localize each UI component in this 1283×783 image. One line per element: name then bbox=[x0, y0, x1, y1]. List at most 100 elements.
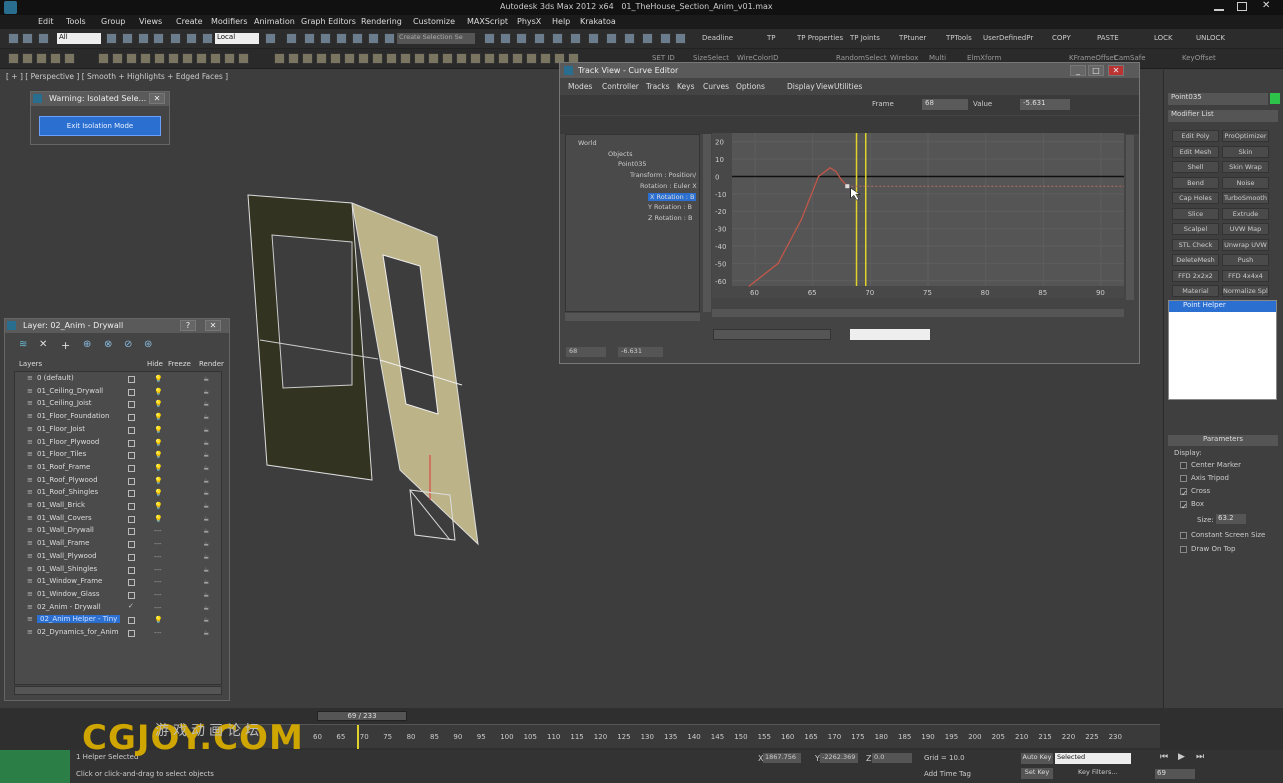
render-toggle[interactable]: ☕ bbox=[203, 439, 209, 447]
toolbar-button-lock[interactable]: LOCK bbox=[1154, 34, 1173, 42]
script-tool-icon[interactable] bbox=[112, 53, 123, 64]
curve-graph[interactable]: 20 10 0 -10 -20 -30 -40 -50 -60 60 65 70 75 80 85 90 bbox=[712, 133, 1124, 298]
toolbar-button-tptuner[interactable]: TPtuner bbox=[899, 34, 926, 42]
toolbar-tool-icon[interactable] bbox=[500, 33, 511, 44]
toolbar-button-tp-joints[interactable]: TP Joints bbox=[850, 34, 880, 42]
toolbar-button-tp-properties[interactable]: TP Properties bbox=[797, 34, 843, 42]
toolbar-tool-icon[interactable] bbox=[320, 33, 331, 44]
viewport-label[interactable]: [ + ] [ Perspective ] [ Smooth + Highlig… bbox=[6, 72, 228, 81]
toolbar-tool-icon[interactable] bbox=[660, 33, 671, 44]
layer-row[interactable]: ≡ 01_Floor_Tiles 💡 ☕ bbox=[15, 449, 221, 462]
layer-row[interactable]: ≡ 0 (default) 💡 ☕ bbox=[15, 373, 221, 386]
checkbox[interactable]: ✓ bbox=[1180, 501, 1188, 511]
modifier-button[interactable]: STL Check bbox=[1172, 238, 1219, 251]
toolbar-tool-icon[interactable] bbox=[642, 33, 653, 44]
tree-item[interactable]: Objects bbox=[608, 150, 633, 158]
col-layers[interactable]: Layers bbox=[19, 360, 42, 368]
toolbar-tool-icon[interactable] bbox=[122, 33, 133, 44]
layer-row[interactable]: ≡ 01_Roof_Shingles 💡 ☕ bbox=[15, 487, 221, 500]
tree-item[interactable]: Transform : Position/ bbox=[630, 171, 696, 179]
hide-toggle[interactable] bbox=[128, 401, 135, 409]
layer-name[interactable]: 01_Ceiling_Drywall bbox=[37, 387, 103, 395]
toolbar2-button-sizeselect[interactable]: SizeSelect bbox=[693, 54, 729, 62]
bottom-value-field[interactable]: -6.631 bbox=[618, 347, 663, 357]
toolbar-tool-icon[interactable] bbox=[186, 33, 197, 44]
modifier-button[interactable]: Edit Mesh bbox=[1172, 145, 1219, 158]
toolbar-tool-icon[interactable] bbox=[352, 33, 363, 44]
render-toggle[interactable]: ☕ bbox=[203, 591, 209, 599]
menu-krakatoa[interactable]: Krakatoa bbox=[580, 17, 616, 26]
layer-row[interactable]: ≡ 01_Ceiling_Joist 💡 ☕ bbox=[15, 398, 221, 411]
script-tool-icon[interactable] bbox=[484, 53, 495, 64]
named-selection-set[interactable]: Create Selection Se bbox=[397, 33, 475, 44]
hide-toggle[interactable] bbox=[128, 477, 135, 485]
freeze-toggle[interactable]: --- bbox=[154, 578, 162, 586]
auto-key-button[interactable]: Auto Key bbox=[1021, 753, 1053, 764]
script-tool-icon[interactable] bbox=[330, 53, 341, 64]
current-layer-check-icon[interactable]: ✓ bbox=[128, 602, 135, 610]
toolbar2-button-randomselect[interactable]: RandomSelect bbox=[836, 54, 887, 62]
toolbar-tool-icon[interactable] bbox=[38, 33, 49, 44]
menu-create[interactable]: Create bbox=[176, 17, 203, 26]
modifier-list-dropdown[interactable]: Modifier List bbox=[1168, 110, 1278, 122]
toolbar-tool-icon[interactable] bbox=[570, 33, 581, 44]
toolbar-tool-icon[interactable] bbox=[675, 33, 686, 44]
hide-toggle[interactable] bbox=[128, 630, 135, 637]
menu-views[interactable]: Views bbox=[139, 17, 162, 26]
layer-name[interactable]: 01_Ceiling_Joist bbox=[37, 399, 92, 407]
hide-toggle[interactable] bbox=[128, 414, 135, 422]
layer-row[interactable]: ≡ 01_Floor_Plywood 💡 ☕ bbox=[15, 437, 221, 450]
time-slider[interactable]: 69 / 233 bbox=[317, 711, 407, 721]
script-tool-icon[interactable] bbox=[512, 53, 523, 64]
modifier-button[interactable]: FFD 2x2x2 bbox=[1172, 269, 1219, 282]
menu-help[interactable]: Help bbox=[552, 17, 570, 26]
minimize-icon[interactable] bbox=[1214, 2, 1224, 11]
graph-hscroll[interactable] bbox=[712, 309, 1124, 317]
toolbar-button-deadline[interactable]: Deadline bbox=[702, 34, 733, 42]
menu-tools[interactable]: Tools bbox=[66, 17, 86, 26]
toolbar-tool-icon[interactable] bbox=[368, 33, 379, 44]
tree-item[interactable]: World bbox=[578, 139, 597, 147]
script-tool-icon[interactable] bbox=[414, 53, 425, 64]
freeze-toggle[interactable]: 💡 bbox=[154, 388, 163, 396]
script-tool-icon[interactable] bbox=[498, 53, 509, 64]
freeze-all-icon[interactable]: ⊛ bbox=[144, 339, 152, 350]
menu-rendering[interactable]: Rendering bbox=[361, 17, 402, 26]
graph-vscroll[interactable] bbox=[1126, 135, 1134, 300]
script-tool-icon[interactable] bbox=[316, 53, 327, 64]
close-icon[interactable]: ✕ bbox=[205, 320, 221, 331]
tv-menu-modes[interactable]: Modes bbox=[568, 82, 592, 91]
script-tool-icon[interactable] bbox=[400, 53, 411, 64]
freeze-toggle[interactable]: --- bbox=[154, 566, 162, 574]
frame-field[interactable]: 68 bbox=[922, 99, 968, 110]
size-spinner[interactable]: 63.2 bbox=[1216, 514, 1246, 524]
modifier-button[interactable]: Extrude bbox=[1222, 207, 1269, 220]
freeze-toggle[interactable]: 💡 bbox=[154, 400, 163, 408]
script-tool-icon[interactable] bbox=[442, 53, 453, 64]
object-name-field[interactable]: Point035 bbox=[1168, 93, 1268, 105]
script-tool-icon[interactable] bbox=[274, 53, 285, 64]
script-tool-icon[interactable] bbox=[358, 53, 369, 64]
script-tool-icon[interactable] bbox=[196, 53, 207, 64]
toolbar-button-paste[interactable]: PASTE bbox=[1097, 34, 1119, 42]
hide-toggle[interactable] bbox=[128, 566, 135, 574]
layer-name[interactable]: 01_Wall_Drywall bbox=[37, 526, 94, 534]
modifier-button[interactable]: Shell bbox=[1172, 161, 1219, 173]
layer-name[interactable]: 01_Floor_Joist bbox=[37, 425, 85, 433]
hide-toggle[interactable] bbox=[128, 490, 135, 498]
layer-name[interactable]: 01_Wall_Frame bbox=[37, 539, 89, 547]
toolbar-button-unlock[interactable]: UNLOCK bbox=[1196, 34, 1225, 42]
render-toggle[interactable]: ☕ bbox=[203, 400, 209, 408]
toolbar-tool-icon[interactable] bbox=[588, 33, 599, 44]
toolbar-tool-icon[interactable] bbox=[202, 33, 213, 44]
goto-start-icon[interactable]: ⏮ bbox=[1160, 752, 1168, 762]
layer-row[interactable]: ≡ 01_Wall_Plywood --- ☕ bbox=[15, 551, 221, 564]
bottom-frame-field[interactable]: 68 bbox=[566, 347, 606, 357]
freeze-toggle[interactable]: 💡 bbox=[154, 451, 163, 459]
tv-menu-options[interactable]: Options bbox=[736, 82, 765, 91]
add-time-tag[interactable]: Add Time Tag bbox=[924, 770, 971, 778]
script-tool-icon[interactable] bbox=[238, 53, 249, 64]
freeze-toggle[interactable]: --- bbox=[154, 591, 162, 599]
script-tool-icon[interactable] bbox=[210, 53, 221, 64]
modifier-button[interactable]: Normalize Spl. bbox=[1222, 285, 1269, 297]
